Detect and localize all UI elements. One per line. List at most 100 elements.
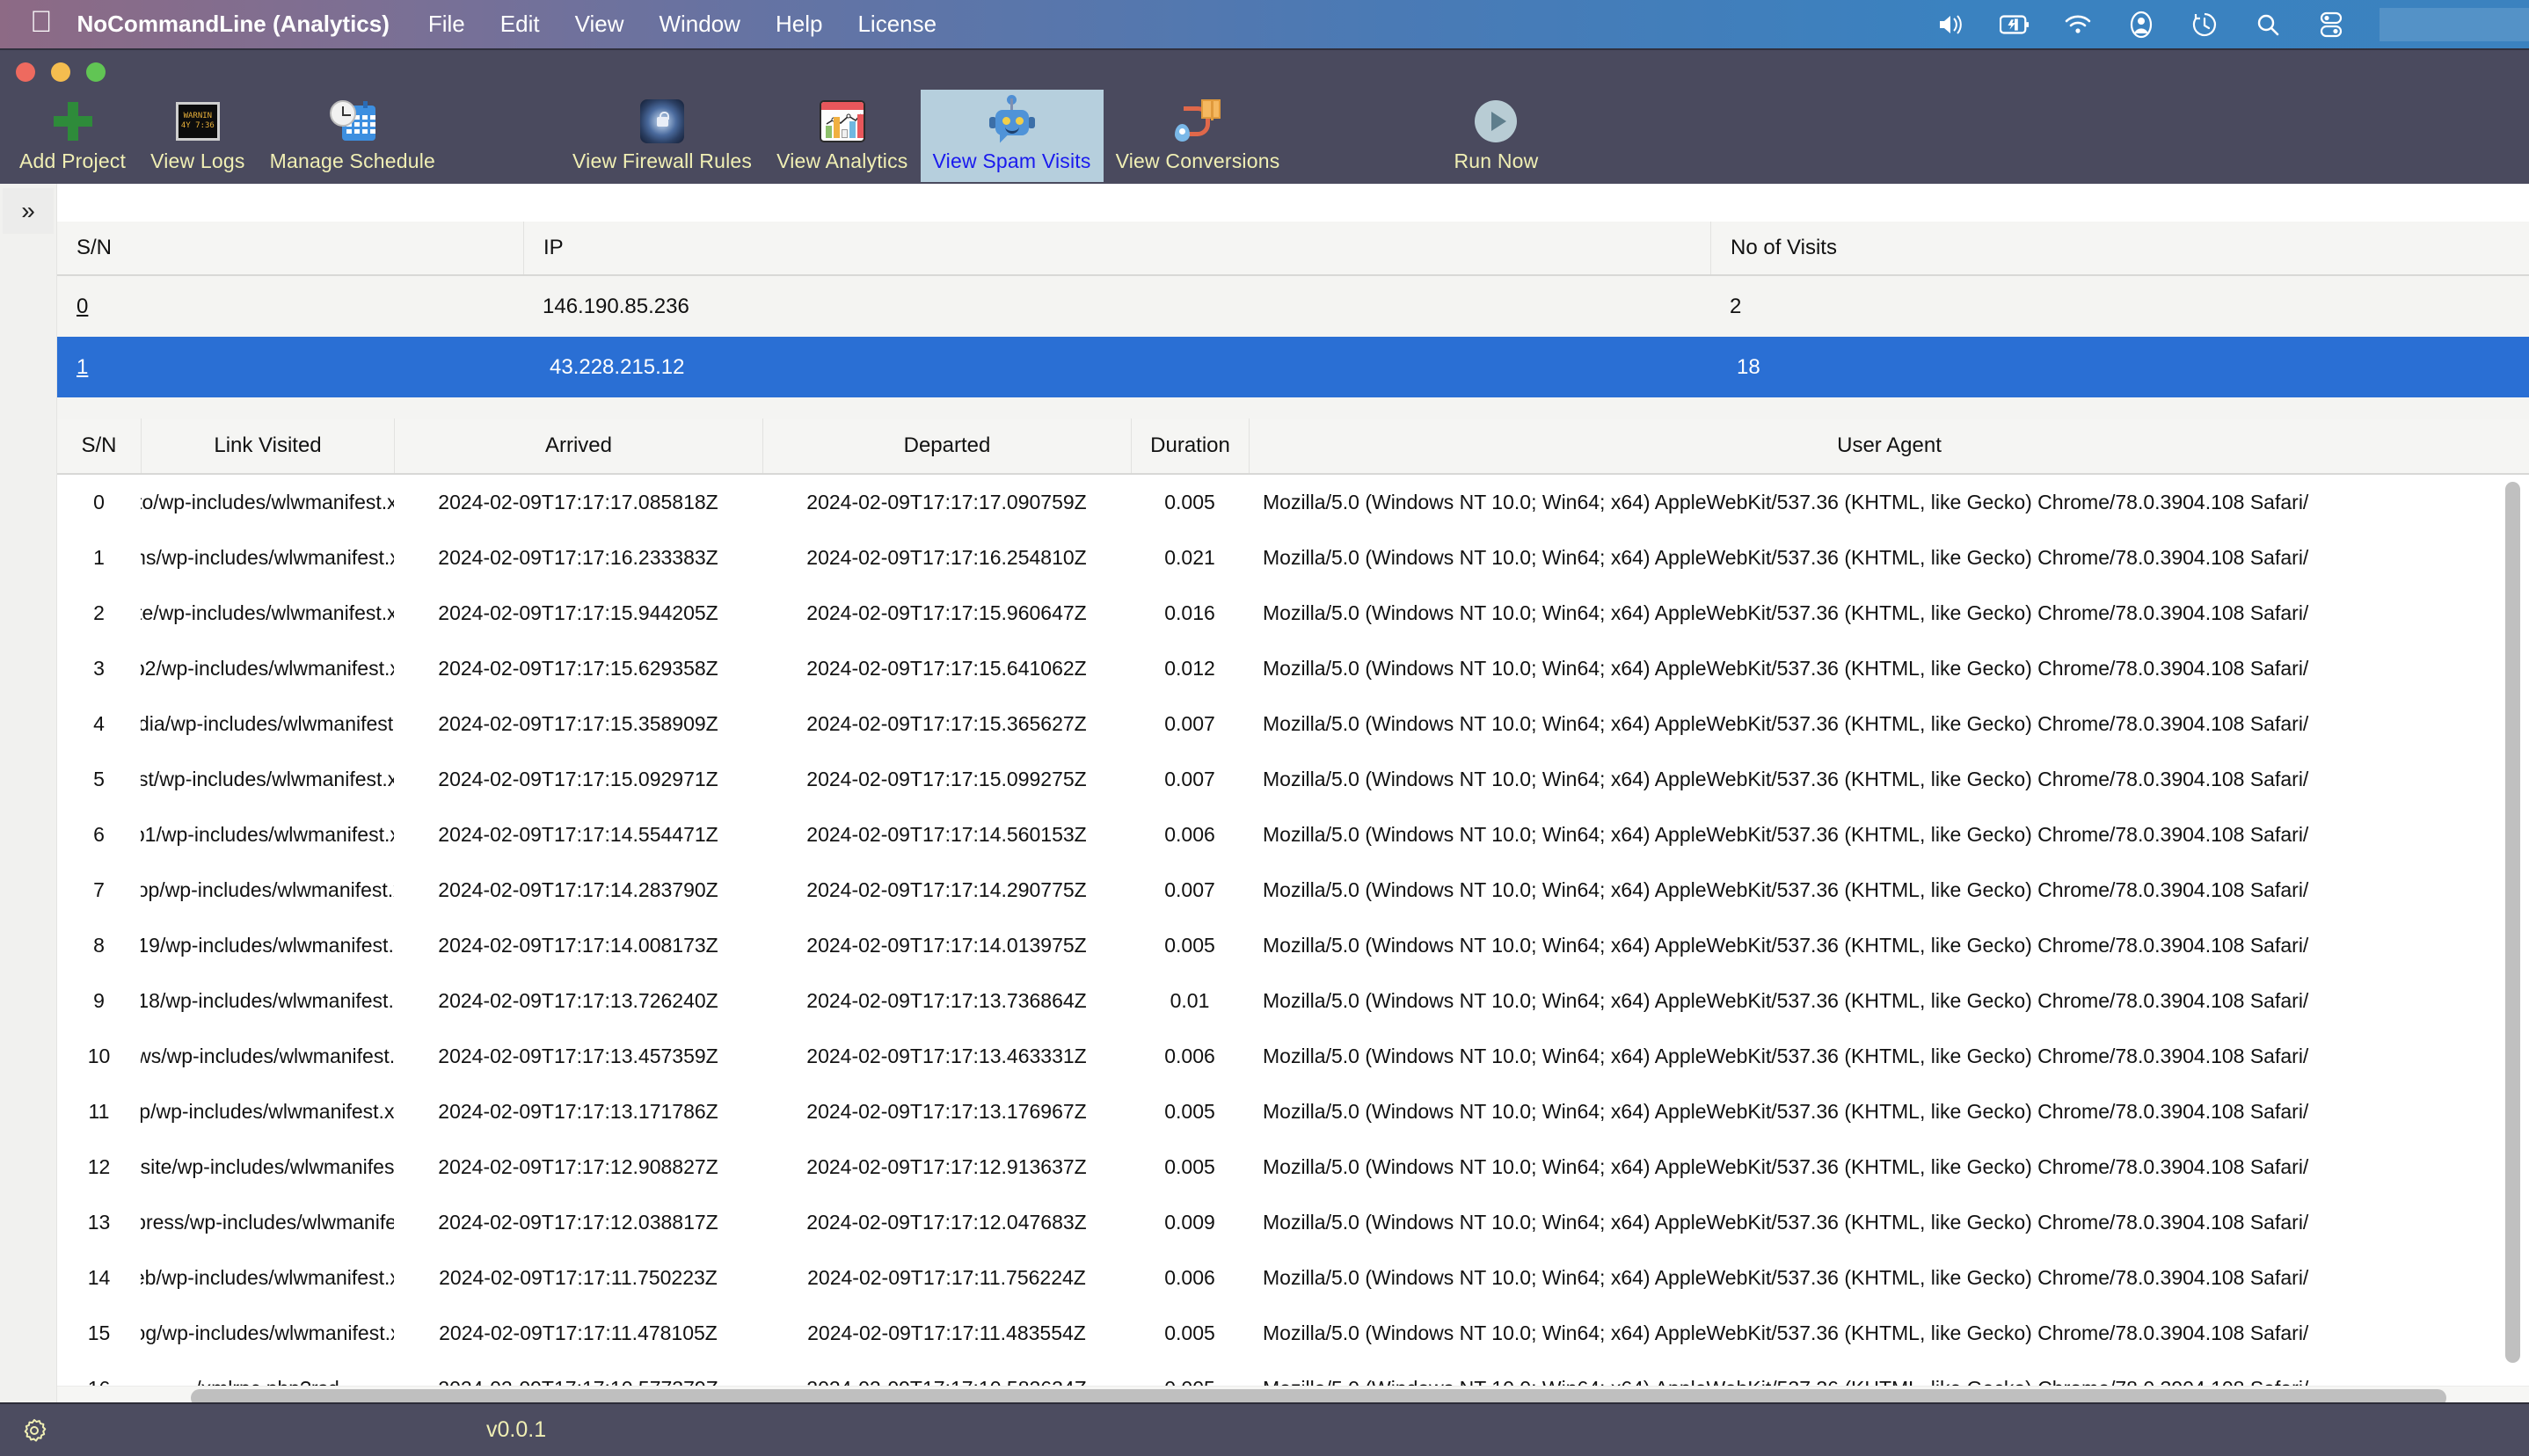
visits-cell-duration: 0.007 — [1164, 712, 1215, 735]
battery-icon[interactable] — [2000, 10, 2030, 40]
volume-icon[interactable] — [1936, 10, 1966, 40]
logs-icon-line1: WARNIN — [183, 112, 213, 120]
visits-cell-arrived: 2024-02-09T17:17:14.008173Z — [438, 934, 718, 957]
visits-cell-departed: 2024-02-09T17:17:17.090759Z — [806, 491, 1087, 513]
visits-cell-duration: 0.009 — [1164, 1211, 1215, 1234]
menu-item-window[interactable]: Window — [659, 11, 740, 38]
search-icon[interactable] — [2253, 10, 2283, 40]
visits-cell-duration: 0.006 — [1164, 1045, 1215, 1067]
visits-cell-user-agent: Mozilla/5.0 (Windows NT 10.0; Win64; x64… — [1263, 657, 2309, 680]
toolbar-button-add-project[interactable]: Add Project — [7, 90, 138, 182]
ip-table-header-sn[interactable]: S/N — [57, 222, 523, 274]
ip-row-ip: 146.190.85.236 — [543, 294, 689, 318]
chevron-double-right-icon: » — [21, 197, 35, 224]
toolbar-button-view-firewall-rules[interactable]: View Firewall Rules — [560, 90, 764, 182]
toolbar-button-view-conversions[interactable]: View Conversions — [1104, 90, 1293, 182]
ip-row-sn-link[interactable]: 0 — [77, 295, 88, 319]
visits-cell-departed: 2024-02-09T17:17:13.736864Z — [806, 989, 1087, 1012]
visits-table-row[interactable]: 7/shop/wp-includes/wlwmanifest.xml 2024-0… — [57, 863, 2529, 918]
visits-cell-departed: 2024-02-09T17:17:15.365627Z — [806, 712, 1087, 735]
visits-table-row[interactable]: 2/site/wp-includes/wlwmanifest.xml 2024-0… — [57, 586, 2529, 641]
visits-table-row[interactable]: 4/media/wp-includes/wlwmanifest.xml 2024-… — [57, 696, 2529, 752]
wifi-icon[interactable] — [2063, 10, 2093, 40]
visits-cell-sn: 0 — [93, 491, 105, 513]
visits-cell-departed: 2024-02-09T17:17:15.960647Z — [806, 601, 1087, 624]
visits-table-row[interactable]: 5/test/wp-includes/wlwmanifest.xml 2024-0… — [57, 752, 2529, 807]
visits-table-row[interactable]: 14/web/wp-includes/wlwmanifest.xml 2024-0… — [57, 1250, 2529, 1306]
expand-sidebar-button[interactable]: » — [3, 188, 54, 234]
visits-cell-user-agent: Mozilla/5.0 (Windows NT 10.0; Win64; x64… — [1263, 491, 2309, 513]
ip-row-sn[interactable]: 0 — [57, 276, 523, 337]
toolbar-label-view-conversions: View Conversions — [1115, 149, 1280, 172]
ip-table-header-ip[interactable]: IP — [523, 222, 1710, 274]
ip-table-row[interactable]: 0 146.190.85.236 2 — [57, 276, 2529, 337]
visits-cell-duration: 0.016 — [1164, 601, 1215, 624]
toolbar-button-view-spam-visits[interactable]: View Spam Visits — [920, 90, 1104, 182]
toolbar-button-run-now[interactable]: Run Now — [1441, 90, 1550, 182]
visits-header-departed[interactable]: Departed — [762, 419, 1131, 473]
visits-table-row[interactable]: 10/news/wp-includes/wlwmanifest.xml 2024-… — [57, 1029, 2529, 1084]
app-version-label: v0.0.1 — [486, 1417, 547, 1442]
visits-cell-sn: 4 — [93, 712, 105, 735]
toolbar-label-view-logs: View Logs — [150, 149, 245, 172]
visits-cell-arrived: 2024-02-09T17:17:14.283790Z — [438, 878, 718, 901]
visits-cell-sn: 2 — [93, 601, 105, 624]
panel-top-strip — [57, 184, 2529, 222]
time-machine-icon[interactable] — [2190, 10, 2219, 40]
toolbar-button-view-logs[interactable]: WARNIN 4Y 7:36 View Logs — [138, 90, 258, 182]
visits-cell-arrived: 2024-02-09T17:17:11.750223Z — [439, 1266, 718, 1289]
ip-table-row-selected[interactable]: 1 43.228.215.12 18 — [57, 337, 2529, 397]
visits-header-user-agent[interactable]: User Agent — [1249, 419, 2529, 473]
menu-item-view[interactable]: View — [575, 11, 624, 38]
toolbar-button-view-analytics[interactable]: View Analytics — [764, 90, 920, 182]
visits-table-row[interactable]: 0/sito/wp-includes/wlwmanifest.xml 2024-0… — [57, 475, 2529, 530]
logs-icon-line2: 4Y 7:36 — [180, 121, 215, 130]
visits-cell-sn: 5 — [93, 768, 105, 790]
gear-icon[interactable] — [18, 1414, 51, 1447]
visits-table-header-row: S/N Link Visited Arrived Departed Durati… — [57, 419, 2529, 475]
visits-table-row[interactable]: 15/blog/wp-includes/wlwmanifest.xml 2024-… — [57, 1306, 2529, 1361]
visits-cell-duration: 0.005 — [1164, 491, 1215, 513]
menu-item-file[interactable]: File — [428, 11, 465, 38]
visits-table-row[interactable]: 3/wp2/wp-includes/wlwmanifest.xml 2024-02… — [57, 641, 2529, 696]
user-icon[interactable] — [2126, 10, 2156, 40]
visits-cell-user-agent: Mozilla/5.0 (Windows NT 10.0; Win64; x64… — [1263, 823, 2309, 846]
visits-header-sn[interactable]: S/N — [57, 419, 141, 473]
visits-table-row[interactable]: 12/website/wp-includes/wlwmanifest.xml 20… — [57, 1139, 2529, 1195]
menubar-app-title[interactable]: NoCommandLine (Analytics) — [77, 11, 390, 38]
vertical-scrollbar-thumb[interactable] — [2505, 482, 2520, 1363]
close-window-button[interactable] — [16, 62, 35, 82]
visits-table-row[interactable]: 1/cms/wp-includes/wlwmanifest.xml 2024-02… — [57, 530, 2529, 586]
ip-row-sn[interactable]: 1 — [57, 337, 523, 397]
control-center-icon[interactable] — [2316, 10, 2346, 40]
visits-header-arrived[interactable]: Arrived — [394, 419, 762, 473]
visits-cell-arrived: 2024-02-09T17:17:17.085818Z — [438, 491, 718, 513]
main-panel: S/N IP No of Visits 0 146.190.85.236 2 1… — [57, 184, 2529, 1410]
visits-table-row[interactable]: 6/wp1/wp-includes/wlwmanifest.xml 2024-02… — [57, 807, 2529, 863]
apple-logo-icon[interactable]:  — [30, 7, 53, 37]
minimize-window-button[interactable] — [51, 62, 70, 82]
toolbar-label-add-project: Add Project — [19, 149, 127, 172]
ip-row-sn-link[interactable]: 1 — [77, 355, 88, 380]
vertical-scrollbar[interactable] — [2503, 482, 2522, 1410]
visits-cell-link: /web/wp-includes/wlwmanifest.xml — [141, 1266, 394, 1289]
maximize-window-button[interactable] — [86, 62, 106, 82]
menu-item-edit[interactable]: Edit — [500, 11, 540, 38]
visits-cell-link: /wp1/wp-includes/wlwmanifest.xml — [141, 823, 394, 846]
visits-cell-sn: 7 — [93, 878, 105, 901]
ip-table-header-visits[interactable]: No of Visits — [1710, 222, 2529, 274]
visits-cell-sn: 9 — [93, 989, 105, 1012]
toolbar-button-manage-schedule[interactable]: Manage Schedule — [258, 90, 448, 182]
visits-cell-user-agent: Mozilla/5.0 (Windows NT 10.0; Win64; x64… — [1263, 1100, 2309, 1123]
visits-table-row[interactable]: 9/2018/wp-includes/wlwmanifest.xml 2024-0… — [57, 973, 2529, 1029]
visits-header-link[interactable]: Link Visited — [141, 419, 394, 473]
visits-table-row[interactable]: 11/wp/wp-includes/wlwmanifest.xml 2024-02… — [57, 1084, 2529, 1139]
visits-cell-departed: 2024-02-09T17:17:14.290775Z — [806, 878, 1087, 901]
visits-header-duration[interactable]: Duration — [1131, 419, 1249, 473]
visits-table-row[interactable]: 13/wordpress/wp-includes/wlwmanifest.xml… — [57, 1195, 2529, 1250]
menu-item-license[interactable]: License — [857, 11, 937, 38]
visits-table-row[interactable]: 8/2019/wp-includes/wlwmanifest.xml 2024-0… — [57, 918, 2529, 973]
visits-table-body: 0/sito/wp-includes/wlwmanifest.xml 2024-0… — [57, 475, 2529, 1410]
menu-item-help[interactable]: Help — [776, 11, 822, 38]
visits-cell-link: /2019/wp-includes/wlwmanifest.xml — [141, 934, 394, 957]
